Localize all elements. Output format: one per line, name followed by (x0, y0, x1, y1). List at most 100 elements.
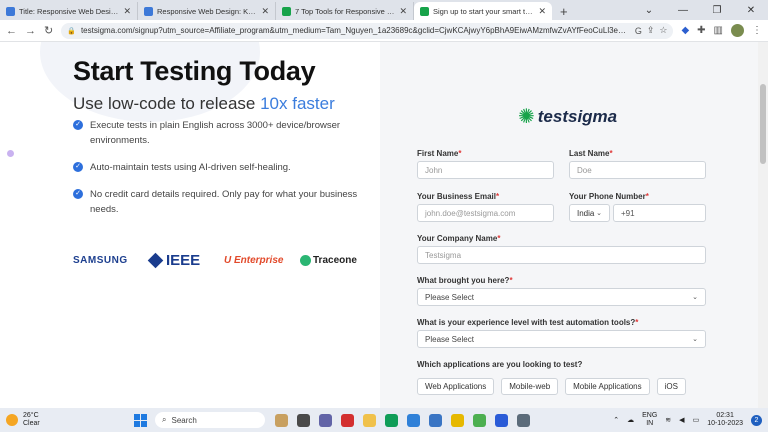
experience-label: What is your experience level with test … (417, 318, 638, 327)
url-text[interactable]: testsigma.com/signup?utm_source=Affiliat… (81, 26, 630, 35)
clock[interactable]: 02:31 10-10-2023 (707, 412, 743, 428)
label-text: Last Name (569, 149, 610, 158)
avatar[interactable] (731, 24, 744, 37)
option-mobile-web[interactable]: Mobile-web (501, 378, 559, 395)
lang-region: IN (646, 420, 654, 427)
benefit-text: Execute tests in plain English across 30… (90, 120, 341, 146)
mail-icon[interactable] (429, 413, 442, 427)
battery-icon[interactable]: ▭ (693, 416, 700, 424)
tab-title: Title: Responsive Web Design: K (19, 6, 120, 16)
customer-logos: SAMSUNG IEEE U Enterprise Traceone (73, 252, 357, 269)
label-text: Your Phone Number (569, 192, 646, 201)
country-value: India (577, 208, 595, 218)
close-window-icon[interactable]: ✕ (734, 5, 768, 16)
email-field[interactable]: john.doe@testsigma.com (417, 204, 554, 222)
store-icon[interactable] (385, 413, 398, 427)
traceone-mark-icon (300, 255, 311, 266)
cloud-icon[interactable]: ☁ (627, 416, 634, 424)
phone-input[interactable]: +91 (613, 204, 706, 222)
address-bar[interactable]: 🔒 testsigma.com/signup?utm_source=Affili… (61, 22, 674, 39)
close-icon[interactable]: ✕ (261, 6, 269, 17)
option-mobile-applications[interactable]: Mobile Applications (565, 378, 650, 395)
scrollbar[interactable] (758, 42, 768, 408)
chevron-up-icon[interactable]: ⌃ (613, 416, 619, 424)
company-label: Your Company Name* (417, 234, 500, 243)
samsung-logo: SAMSUNG (73, 255, 128, 266)
close-icon[interactable]: ✕ (538, 6, 546, 17)
label-text: Your Company Name (417, 234, 498, 243)
tab-title: 7 Top Tools for Responsive Web (295, 6, 396, 16)
back-icon[interactable]: ← (6, 25, 17, 37)
language-indicator[interactable]: ENG IN (642, 412, 657, 428)
start-button[interactable] (134, 413, 147, 427)
puzzle-icon[interactable]: ✚ (697, 25, 705, 36)
reload-icon[interactable]: ↻ (44, 24, 53, 37)
edge-icon[interactable] (407, 413, 420, 427)
select-value: Please Select (425, 292, 474, 302)
reason-select[interactable]: Please Select ⌄ (417, 288, 706, 306)
browser-tab-2[interactable]: Responsive Web Design: Key Ele ✕ (138, 2, 276, 20)
country-select[interactable]: India ⌄ (569, 204, 610, 222)
share-icon[interactable]: ⇪ (647, 25, 655, 36)
required-mark: * (509, 276, 513, 285)
email-label: Your Business Email* (417, 192, 499, 201)
new-tab-button[interactable]: + (552, 2, 576, 20)
first-name-input[interactable]: John (417, 161, 554, 179)
search-label: Search (171, 415, 197, 425)
star-icon[interactable]: ☆ (659, 25, 667, 36)
required-mark: * (496, 192, 500, 201)
widget-icon[interactable] (275, 413, 288, 427)
volume-icon[interactable]: ◀ (679, 416, 684, 424)
required-mark: * (645, 192, 649, 201)
notification-badge[interactable]: 2 (751, 414, 762, 426)
word-icon[interactable] (495, 413, 508, 427)
browser-tab-4[interactable]: Sign up to start your smart test ✕ (414, 2, 552, 20)
testsigma-gear-icon: ✺ (518, 106, 535, 128)
lock-icon[interactable]: 🔒 (67, 27, 76, 35)
enterprise-logo: U Enterprise (224, 255, 284, 266)
system-tray: ⌃ ☁ ENG IN ≋ ◀ ▭ 02:31 10-10-2023 2 (613, 412, 762, 428)
weather-condition: Clear (23, 420, 40, 427)
browser-tab-1[interactable]: Title: Responsive Web Design: K ✕ (0, 2, 138, 20)
teams-icon[interactable] (319, 413, 332, 427)
lang-code: ENG (642, 412, 658, 419)
tab-title: Sign up to start your smart test (433, 6, 535, 16)
close-icon[interactable]: ✕ (399, 6, 407, 17)
browser-tab-3[interactable]: 7 Top Tools for Responsive Web ✕ (276, 2, 414, 20)
tab-search-icon[interactable]: ⌄ (632, 5, 666, 16)
taskbar-search[interactable]: ⌕ Search (155, 412, 265, 428)
search-icon: ⌕ (162, 415, 167, 424)
experience-select[interactable]: Please Select ⌄ (417, 330, 706, 348)
check-icon: ✓ (73, 120, 83, 130)
option-web-applications[interactable]: Web Applications (417, 378, 495, 395)
weather-widget[interactable]: 26°C Clear (6, 412, 134, 428)
chevron-down-icon: ⌄ (692, 294, 698, 301)
file-explorer-icon[interactable] (363, 413, 376, 427)
last-name-input[interactable]: Doe (569, 161, 706, 179)
menu-icon[interactable]: ⋮ (752, 25, 762, 36)
shield-app-icon[interactable] (451, 413, 464, 427)
option-ios[interactable]: iOS (656, 378, 686, 395)
forward-icon[interactable]: → (25, 25, 36, 37)
minimize-icon[interactable]: — (666, 5, 700, 16)
maximize-icon[interactable]: ❐ (700, 5, 734, 16)
app-icon[interactable] (517, 413, 530, 427)
task-view-icon[interactable] (297, 413, 310, 427)
chrome-icon[interactable] (473, 413, 486, 427)
signup-form: ✺ testsigma First Name* John Last Name* … (380, 42, 758, 408)
company-input[interactable]: Testsigma (417, 246, 706, 264)
google-icon[interactable]: G (635, 26, 642, 36)
close-icon[interactable]: ✕ (123, 6, 131, 17)
shield-icon[interactable]: ◆ (681, 25, 689, 36)
page-content: Start Testing Today Use low-code to rele… (0, 42, 768, 408)
sidebar-icon[interactable]: ▥ (714, 25, 723, 36)
date: 10-10-2023 (707, 420, 743, 427)
wifi-icon[interactable]: ≋ (665, 416, 671, 424)
mcafee-icon[interactable] (341, 413, 354, 427)
scrollbar-thumb[interactable] (760, 84, 766, 164)
window-controls: ⌄ — ❐ ✕ (632, 0, 768, 20)
list-item: ✓ No credit card details required. Only … (73, 187, 363, 217)
extension-icons: ◆ ✚ ▥ ⋮ (681, 24, 762, 37)
testsigma-icon (420, 6, 429, 16)
testsigma-icon (282, 6, 291, 16)
